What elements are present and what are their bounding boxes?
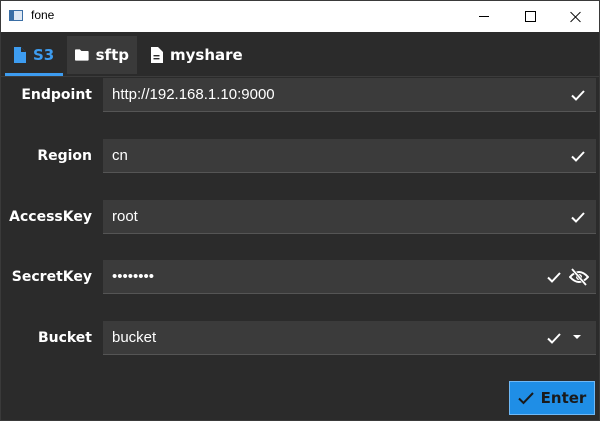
secretkey-field[interactable]: •••••••• (103, 260, 596, 294)
app-icon (9, 10, 23, 21)
tab-sftp[interactable]: sftp (67, 36, 137, 74)
maximize-icon (524, 11, 536, 22)
secretkey-label: SecretKey (11, 269, 92, 285)
check-icon (547, 272, 561, 283)
folder-icon (75, 49, 89, 61)
check-icon (571, 151, 585, 162)
bucket-select[interactable]: bucket (103, 321, 596, 355)
endpoint-value: http://192.168.1.10:9000 (112, 86, 275, 103)
close-button[interactable] (553, 1, 599, 32)
tab-label: myshare (170, 46, 243, 64)
tab-label: S3 (33, 46, 55, 64)
document-icon (151, 47, 163, 63)
bucket-row: Bucket bucket (1, 321, 599, 355)
bucket-value: bucket (112, 329, 157, 346)
region-field[interactable]: cn (103, 139, 596, 173)
minimize-icon (479, 16, 489, 17)
minimize-button[interactable] (461, 1, 507, 32)
check-icon (547, 333, 561, 344)
tab-myshare[interactable]: myshare (142, 36, 252, 74)
check-icon (517, 392, 534, 405)
accesskey-label: AccessKey (9, 209, 92, 225)
region-row: Region cn (1, 139, 599, 173)
secretkey-value: •••••••• (112, 268, 155, 285)
close-icon (570, 11, 582, 23)
enter-button-label: Enter (540, 389, 587, 407)
window-title: fone (31, 8, 55, 22)
bucket-label: Bucket (37, 330, 92, 346)
region-value: cn (112, 147, 128, 164)
maximize-button[interactable] (507, 1, 553, 32)
enter-button[interactable]: Enter (509, 381, 595, 415)
endpoint-field[interactable]: http://192.168.1.10:9000 (103, 78, 596, 112)
file-icon (14, 47, 26, 63)
chevron-down-icon[interactable] (572, 333, 582, 341)
eye-off-icon[interactable] (569, 268, 589, 286)
title-bar[interactable]: fone (1, 1, 599, 32)
region-label: Region (37, 148, 92, 164)
check-icon (571, 90, 585, 101)
tab-label: sftp (95, 46, 129, 64)
accesskey-row: AccessKey root (1, 200, 599, 234)
secretkey-row: SecretKey •••••••• (1, 260, 599, 294)
endpoint-row: Endpoint http://192.168.1.10:9000 (1, 78, 599, 112)
app-window: fone S3 sftp myshare Endpoint http://192… (0, 0, 600, 421)
accesskey-field[interactable]: root (103, 200, 596, 234)
endpoint-label: Endpoint (21, 87, 92, 103)
tab-bar: S3 sftp myshare (1, 32, 599, 77)
accesskey-value: root (112, 208, 138, 225)
check-icon (571, 212, 585, 223)
tab-s3[interactable]: S3 (5, 36, 63, 76)
